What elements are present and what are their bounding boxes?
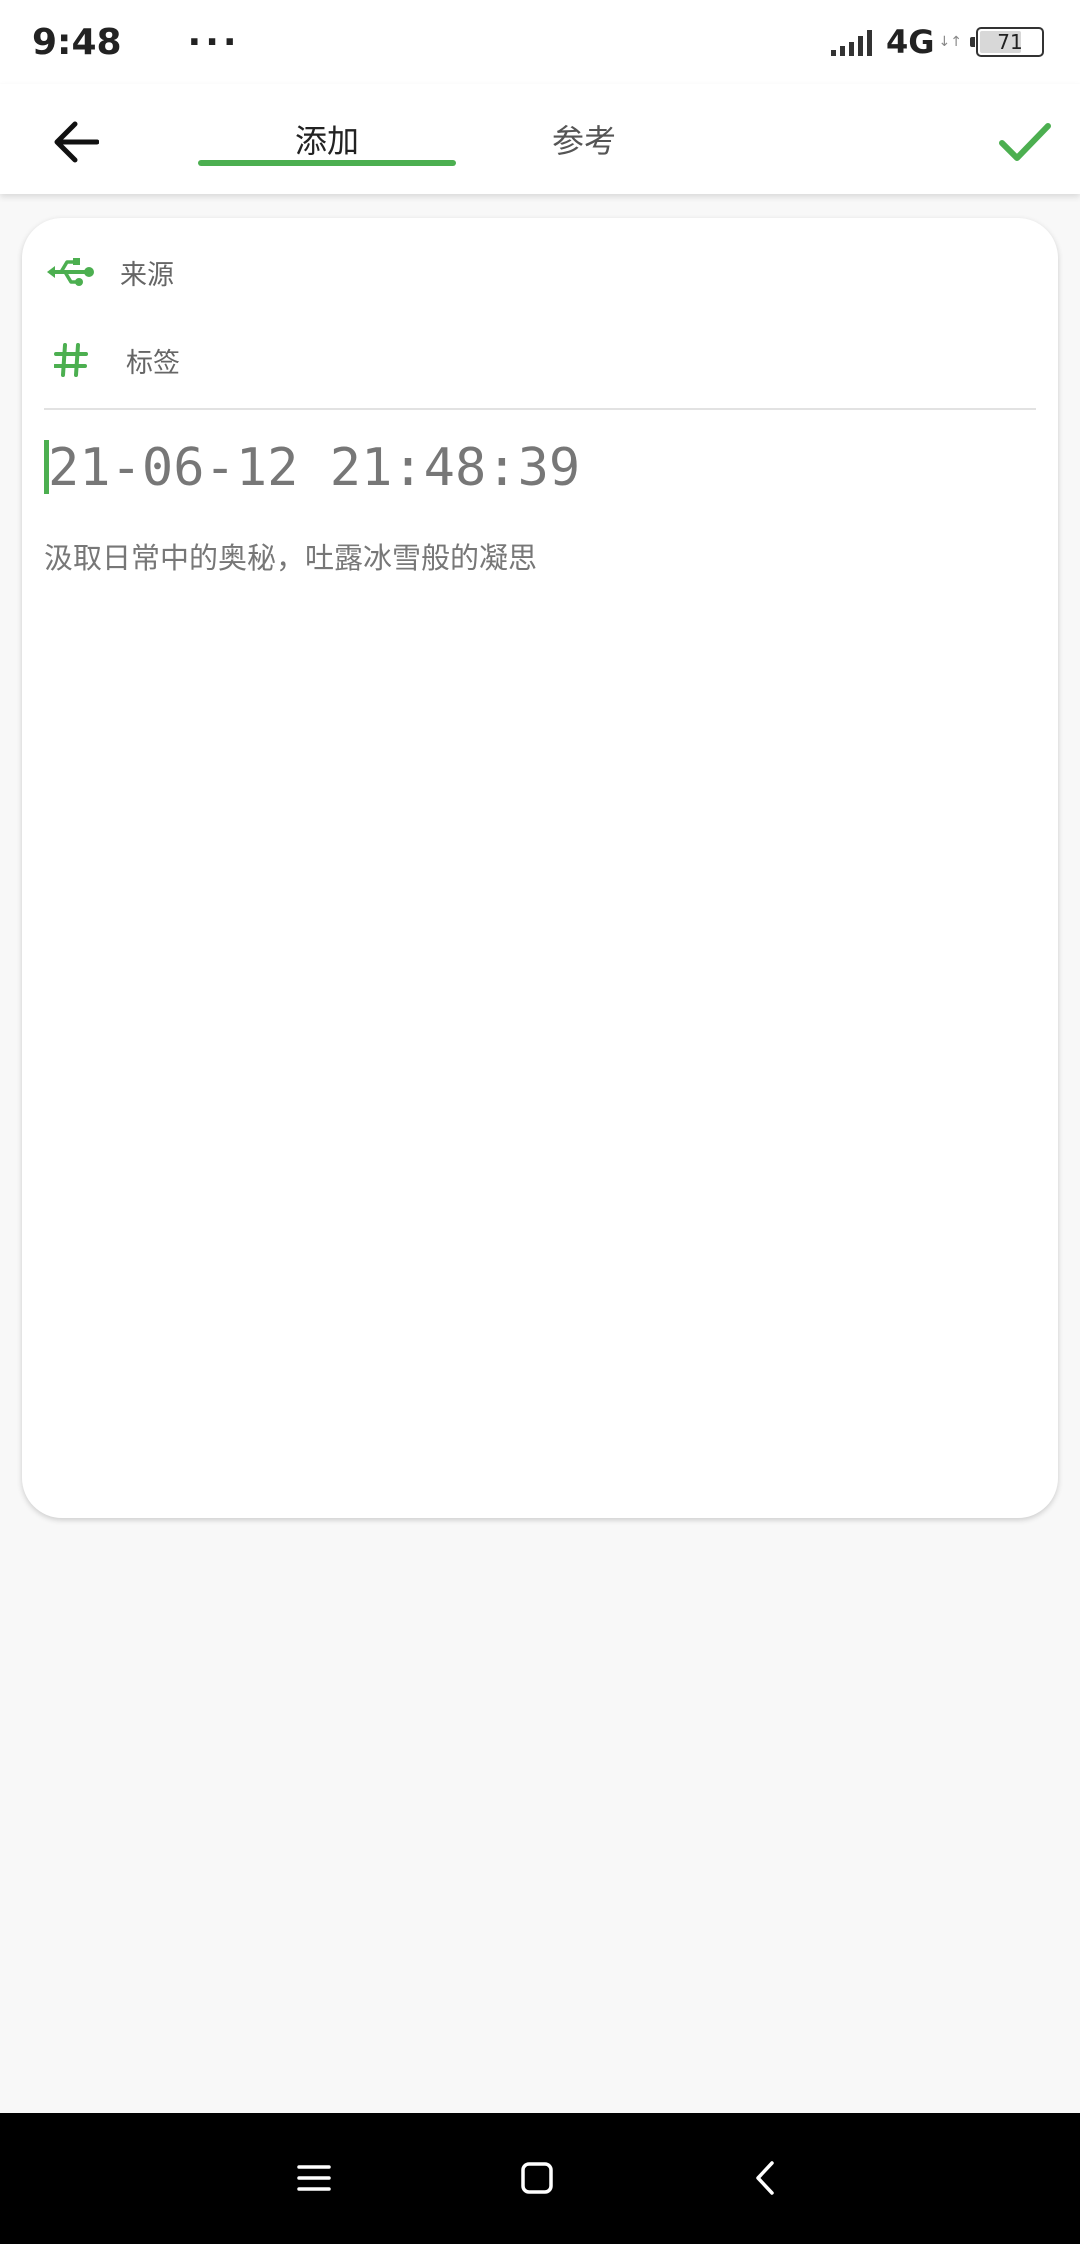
arrow-left-icon xyxy=(54,121,99,163)
tab-indicator xyxy=(198,160,456,166)
chevron-left-icon xyxy=(756,2161,774,2195)
status-time: 9:48 xyxy=(32,21,122,63)
tag-row[interactable]: 标签 xyxy=(46,330,180,390)
system-nav-bar xyxy=(0,2113,1080,2244)
status-right: 4G ↓↑ 71 xyxy=(831,23,1044,61)
hashtag-icon xyxy=(46,335,96,385)
tab-add[interactable]: 添加 xyxy=(198,84,456,194)
network-type: 4G xyxy=(886,23,935,61)
more-notifications-icon: ··· xyxy=(187,21,241,63)
body-input[interactable]: 汲取日常中的奥秘，吐露冰雪般的凝思 xyxy=(44,538,1024,1478)
signal-strength-icon xyxy=(831,28,872,56)
menu-icon xyxy=(297,2165,331,2191)
title-input[interactable]: 21-06-12 21:48:39 xyxy=(44,418,1024,518)
usb-icon xyxy=(46,247,96,297)
body-placeholder: 汲取日常中的奥秘，吐露冰雪般的凝思 xyxy=(44,541,538,575)
source-label: 来源 xyxy=(120,259,174,291)
check-icon xyxy=(999,123,1051,161)
network-activity-icon: ↓↑ xyxy=(938,34,962,50)
note-editor-card: 来源 标签 21-06-12 21:48:39 汲取日常中的奥秘，吐露冰雪般的凝… xyxy=(22,218,1058,1518)
status-left: 9:48 ··· xyxy=(32,22,241,63)
status-bar: 9:48 ··· 4G ↓↑ 71 xyxy=(0,0,1080,84)
battery-tip xyxy=(970,37,975,47)
nav-home-button[interactable] xyxy=(502,2143,572,2213)
title-text: 21-06-12 21:48:39 xyxy=(48,438,581,498)
battery-icon: 71 xyxy=(970,27,1044,57)
source-row[interactable]: 来源 xyxy=(46,242,174,302)
back-button[interactable] xyxy=(46,112,106,172)
home-square-icon xyxy=(521,2162,553,2194)
battery-level: 71 xyxy=(997,30,1023,54)
nav-menu-button[interactable] xyxy=(279,2143,349,2213)
confirm-button[interactable] xyxy=(992,112,1058,172)
app-bar: 添加 参考 xyxy=(0,84,1080,194)
tag-label: 标签 xyxy=(126,347,180,379)
divider xyxy=(44,408,1036,410)
tab-reference[interactable]: 参考 xyxy=(456,84,712,194)
nav-back-button[interactable] xyxy=(730,2143,800,2213)
text-caret xyxy=(44,440,49,494)
